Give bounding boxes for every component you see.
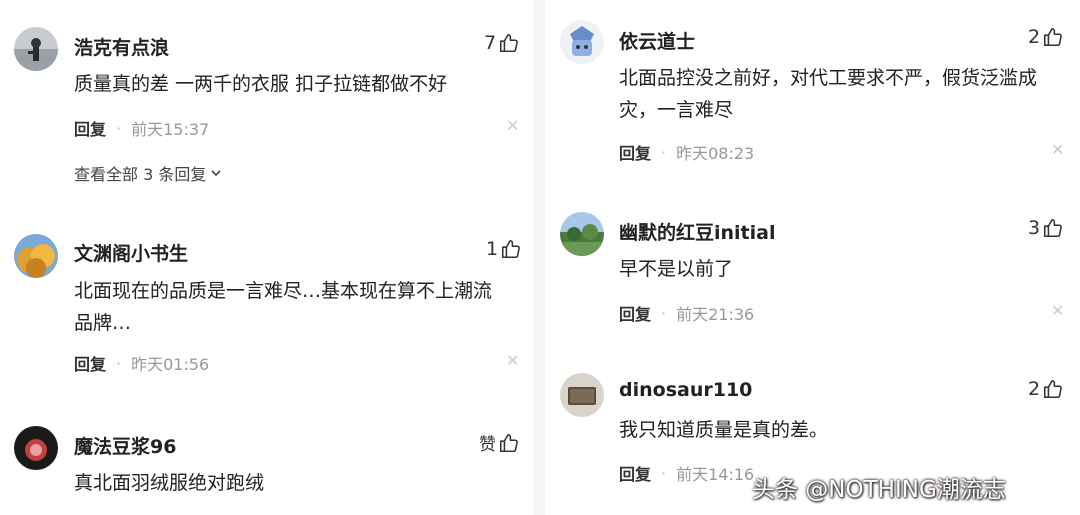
close-icon[interactable]: ✕ bbox=[506, 116, 519, 135]
column-divider bbox=[533, 0, 545, 515]
thumbs-up-icon bbox=[500, 33, 518, 53]
view-all-replies-link[interactable]: 查看全部 3 条回复 bbox=[74, 161, 222, 185]
like-count: 2 bbox=[1028, 26, 1041, 48]
comment-item: 浩克有点浪 7 质量真的差 一两千的衣服 扣子拉链都做不好 回复 · 前天15:… bbox=[0, 0, 533, 200]
watermark: 头条 @NOTHING潮流志 bbox=[752, 477, 1006, 503]
separator-dot: · bbox=[661, 142, 667, 162]
username[interactable]: 浩克有点浪 bbox=[74, 33, 169, 60]
comment-item: 文渊阁小书生 1 北面现在的品质是一言难尽…基本现在算不上潮流 品牌… 回复 ·… bbox=[0, 210, 533, 400]
comment-item: 依云道士 2 北面品控没之前好，对代工要求不严，假货泛滥成 灾，一言难尽 回复 … bbox=[545, 0, 1080, 190]
like-count: 2 bbox=[1028, 378, 1041, 400]
thumbs-up-icon bbox=[1044, 379, 1062, 399]
timestamp: 前天15:37 bbox=[131, 120, 210, 139]
username[interactable]: 文渊阁小书生 bbox=[74, 239, 188, 266]
comment-meta: 回复 · 前天14:16 bbox=[619, 461, 754, 485]
comment-text-line: 北面品控没之前好，对代工要求不严，假货泛滥成 bbox=[619, 67, 1038, 89]
username[interactable]: 魔法豆浆96 bbox=[74, 432, 176, 459]
timestamp: 昨天01:56 bbox=[131, 355, 210, 374]
reply-button[interactable]: 回复 bbox=[619, 140, 651, 164]
username[interactable]: 幽默的红豆initial bbox=[619, 218, 775, 245]
thumbs-up-icon bbox=[1044, 27, 1062, 47]
separator-dot: · bbox=[116, 353, 122, 373]
left-column: 浩克有点浪 7 质量真的差 一两千的衣服 扣子拉链都做不好 回复 · 前天15:… bbox=[0, 0, 533, 515]
comment-meta: 回复 · 前天15:37 bbox=[74, 116, 209, 140]
like-button[interactable]: 2 bbox=[1028, 378, 1064, 400]
close-icon[interactable]: ✕ bbox=[1051, 301, 1064, 320]
separator-dot: · bbox=[661, 463, 667, 483]
like-count: 7 bbox=[484, 32, 497, 54]
thumbs-up-icon bbox=[502, 239, 520, 259]
close-icon[interactable]: ✕ bbox=[506, 351, 519, 370]
view-all-label: 查看全部 3 条回复 bbox=[74, 165, 207, 184]
comment-text: 质量真的差 一两千的衣服 扣子拉链都做不好 bbox=[74, 73, 448, 95]
avatar[interactable] bbox=[560, 212, 604, 256]
username[interactable]: 依云道士 bbox=[619, 27, 695, 54]
comment-text-line: 北面现在的品质是一言难尽…基本现在算不上潮流 bbox=[74, 280, 493, 302]
comment-text: 我只知道质量是真的差。 bbox=[619, 419, 829, 441]
like-button[interactable]: 2 bbox=[1028, 26, 1064, 48]
avatar[interactable] bbox=[560, 373, 604, 417]
reply-button[interactable]: 回复 bbox=[619, 301, 651, 325]
username[interactable]: dinosaur110 bbox=[619, 379, 752, 401]
avatar[interactable] bbox=[560, 20, 604, 64]
avatar[interactable] bbox=[14, 426, 58, 470]
comment-text: 北面品控没之前好，对代工要求不严，假货泛滥成 灾，一言难尽 bbox=[619, 62, 1069, 126]
timestamp: 前天14:16 bbox=[676, 465, 755, 484]
separator-dot: · bbox=[116, 118, 122, 138]
comment-meta: 回复 · 昨天08:23 bbox=[619, 140, 754, 164]
comment-text: 真北面羽绒服绝对跑绒 bbox=[74, 472, 265, 494]
comment-item: 幽默的红豆initial 3 早不是以前了 回复 · 前天21:36 ✕ bbox=[545, 195, 1080, 355]
like-button[interactable]: 7 bbox=[484, 32, 520, 54]
like-count: 赞 bbox=[479, 435, 496, 455]
right-column: 依云道士 2 北面品控没之前好，对代工要求不严，假货泛滥成 灾，一言难尽 回复 … bbox=[545, 0, 1080, 515]
timestamp: 昨天08:23 bbox=[676, 144, 755, 163]
comment-text-line: 灾，一言难尽 bbox=[619, 99, 734, 121]
like-count: 3 bbox=[1028, 217, 1041, 239]
comment-text: 北面现在的品质是一言难尽…基本现在算不上潮流 品牌… bbox=[74, 275, 524, 339]
avatar[interactable] bbox=[14, 27, 58, 71]
reply-button[interactable]: 回复 bbox=[619, 461, 651, 485]
like-count: 1 bbox=[486, 238, 499, 260]
chevron-down-icon bbox=[211, 170, 221, 177]
timestamp: 前天21:36 bbox=[676, 305, 755, 324]
like-button[interactable]: 3 bbox=[1028, 217, 1064, 239]
like-button[interactable]: 赞 bbox=[479, 430, 520, 455]
comment-item: 魔法豆浆96 赞 真北面羽绒服绝对跑绒 bbox=[0, 410, 533, 515]
like-button[interactable]: 1 bbox=[486, 238, 522, 260]
comment-text: 早不是以前了 bbox=[619, 258, 734, 280]
comment-meta: 回复 · 前天21:36 bbox=[619, 301, 754, 325]
comment-meta: 回复 · 昨天01:56 bbox=[74, 351, 209, 375]
comment-screenshot: 浩克有点浪 7 质量真的差 一两千的衣服 扣子拉链都做不好 回复 · 前天15:… bbox=[0, 0, 1080, 515]
close-icon[interactable]: ✕ bbox=[1051, 140, 1064, 159]
reply-button[interactable]: 回复 bbox=[74, 351, 106, 375]
thumbs-up-icon bbox=[1044, 218, 1062, 238]
thumbs-up-icon bbox=[499, 433, 518, 452]
separator-dot: · bbox=[661, 303, 667, 323]
reply-button[interactable]: 回复 bbox=[74, 116, 106, 140]
avatar[interactable] bbox=[14, 234, 58, 278]
comment-text-line: 品牌… bbox=[74, 312, 132, 334]
